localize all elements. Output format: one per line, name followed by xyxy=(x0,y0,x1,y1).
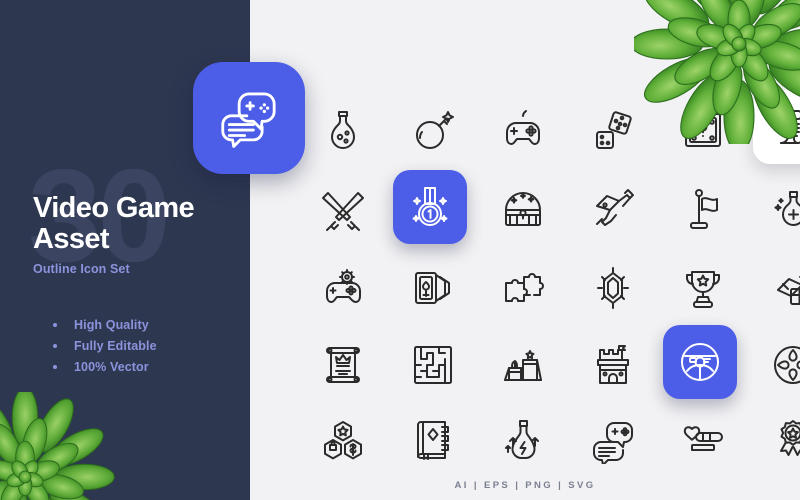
poster-canvas: 30 Video Game Asset Outline Icon Set Hig… xyxy=(0,0,800,500)
icon-cell-steering-wheel[interactable] xyxy=(663,325,737,399)
icon-cell-dpad[interactable] xyxy=(756,328,800,402)
feature-label: High Quality xyxy=(74,318,149,332)
icon-cell-scroll[interactable] xyxy=(753,90,800,164)
icon-cell-podium[interactable] xyxy=(486,328,560,402)
scroll-icon xyxy=(777,110,800,144)
spellbook-icon xyxy=(417,421,449,460)
trophy-icon xyxy=(686,271,720,308)
icon-cell-crossed-swords[interactable] xyxy=(306,173,380,247)
list-item: High Quality xyxy=(50,318,157,332)
icon-cell-hex-coins[interactable] xyxy=(306,403,380,477)
bomb-icon xyxy=(416,111,454,149)
page-title: Video Game Asset xyxy=(33,192,243,256)
icon-cell-health-potion[interactable] xyxy=(756,173,800,247)
page-title-line1: Video Game xyxy=(33,192,195,224)
award-rosette-icon xyxy=(780,420,800,456)
page-subtitle: Outline Icon Set xyxy=(33,262,130,277)
podium-icon xyxy=(504,350,542,381)
title-block: Video Game Asset Outline Icon Set xyxy=(33,192,243,277)
icon-cell-medal-first-place[interactable] xyxy=(393,170,467,244)
icon-cell-spellbook[interactable] xyxy=(396,403,470,477)
icon-cell-award-rosette[interactable] xyxy=(756,403,800,477)
feature-list: High Quality Fully Editable 100% Vector xyxy=(50,318,157,381)
treasure-chest-icon xyxy=(505,192,541,226)
icon-cell-question-block[interactable] xyxy=(666,93,740,167)
icon-cell-flag-pole[interactable] xyxy=(666,173,740,247)
card-deck-icon xyxy=(415,272,450,304)
logo-badge xyxy=(193,62,305,174)
steering-wheel-icon xyxy=(681,343,719,381)
icon-cell-gift-box[interactable] xyxy=(756,251,800,325)
page-title-line2: Asset xyxy=(33,223,110,256)
dice-icon xyxy=(596,111,632,149)
list-item: Fully Editable xyxy=(50,339,157,353)
icon-cell-ray-gun[interactable] xyxy=(576,173,650,247)
icon-cell-health-bar[interactable] xyxy=(666,403,740,477)
feature-label: Fully Editable xyxy=(74,339,157,353)
icon-cell-dice[interactable] xyxy=(576,93,650,167)
icon-grid xyxy=(250,0,800,500)
icon-cell-gamepad[interactable] xyxy=(486,93,560,167)
ray-gun-icon xyxy=(596,189,634,226)
potion-bottle-icon xyxy=(331,111,355,149)
icon-cell-castle-tower[interactable] xyxy=(576,328,650,402)
list-item: 100% Vector xyxy=(50,360,157,374)
bullet-icon xyxy=(53,344,57,348)
icon-cell-trophy[interactable] xyxy=(666,251,740,325)
medal-first-place-icon xyxy=(412,187,448,226)
icon-cell-potion-bottle[interactable] xyxy=(306,93,380,167)
file-formats-label: AI | EPS | PNG | SVG xyxy=(454,480,596,491)
maze-icon xyxy=(414,346,452,384)
icon-cell-treasure-chest[interactable] xyxy=(486,173,560,247)
icon-cell-gamepad-settings[interactable] xyxy=(306,251,380,325)
chat-gamepad-icon xyxy=(593,422,633,464)
icon-cell-puzzle-pieces[interactable] xyxy=(486,251,560,325)
health-bar-icon xyxy=(683,426,723,451)
gift-box-icon xyxy=(777,275,800,305)
castle-tower-icon xyxy=(597,345,629,384)
feature-label: 100% Vector xyxy=(74,360,149,374)
dpad-icon xyxy=(774,346,800,384)
crossed-swords-icon xyxy=(322,192,364,231)
question-block-icon xyxy=(685,113,721,147)
gamepad-icon xyxy=(506,110,540,145)
gamepad-settings-icon xyxy=(326,269,361,303)
energy-flask-icon xyxy=(505,420,539,459)
hex-coins-icon xyxy=(324,421,362,460)
icon-cell-gem[interactable] xyxy=(576,251,650,325)
icon-cell-royal-scroll[interactable] xyxy=(306,328,380,402)
puzzle-pieces-icon xyxy=(505,273,544,302)
icon-cell-chat-gamepad[interactable] xyxy=(576,403,650,477)
bullet-icon xyxy=(53,323,57,327)
gem-icon xyxy=(597,267,629,309)
icon-cell-energy-flask[interactable] xyxy=(486,403,560,477)
icon-cell-card-deck[interactable] xyxy=(396,251,470,325)
health-potion-icon xyxy=(774,191,800,226)
chat-bubbles-gamepad-icon xyxy=(221,92,276,148)
flag-pole-icon xyxy=(690,189,718,229)
bullet-icon xyxy=(53,365,57,369)
icon-cell-maze[interactable] xyxy=(396,328,470,402)
icon-cell-bomb[interactable] xyxy=(396,93,470,167)
royal-scroll-icon xyxy=(326,347,360,383)
